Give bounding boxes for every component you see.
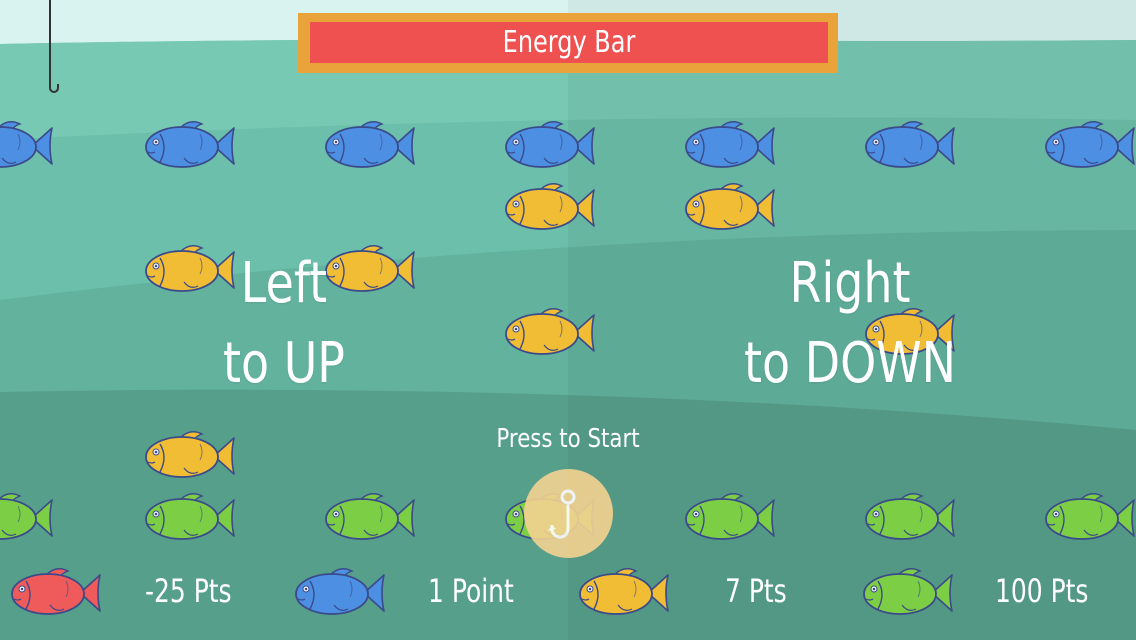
blue-fish-icon (1044, 118, 1136, 174)
green-fish-icon (1044, 490, 1136, 546)
right-instruction-line2: to DOWN (744, 331, 956, 396)
energy-bar-label: Energy Bar (502, 25, 636, 60)
blue-fish-icon (0, 118, 54, 174)
blue-fish-icon (684, 118, 776, 174)
fishing-line (49, 0, 59, 93)
yellow-fish-icon (144, 428, 236, 484)
left-instruction-line2: to UP (222, 331, 346, 396)
start-button[interactable] (524, 469, 613, 558)
left-instruction-line1: Left (240, 251, 328, 316)
legend-label-green: 100 Pts (995, 572, 1089, 610)
legend-red-fish-icon (10, 565, 102, 621)
blue-fish-icon (864, 118, 956, 174)
green-fish-icon (324, 490, 416, 546)
right-instruction-line1: Right (789, 251, 911, 316)
energy-bar-frame: Energy Bar (298, 13, 838, 73)
start-label: Press to Start (496, 424, 640, 454)
green-fish-icon (864, 490, 956, 546)
green-fish-icon (684, 490, 776, 546)
green-fish-icon (144, 490, 236, 546)
legend-label-yellow: 7 Pts (725, 572, 787, 610)
yellow-fish-icon (684, 180, 776, 236)
energy-bar-fill: Energy Bar (310, 22, 828, 63)
blue-fish-icon (504, 118, 596, 174)
hook-icon (548, 489, 576, 539)
game-stage[interactable]: Energy Bar Left to UP Right to DOWN Pres… (0, 0, 1136, 640)
legend-blue-fish-icon (294, 565, 386, 621)
legend-green-fish-icon (862, 565, 954, 621)
legend-yellow-fish-icon (578, 565, 670, 621)
legend-label-blue: 1 Point (428, 572, 514, 610)
green-fish-icon (0, 490, 54, 546)
blue-fish-icon (324, 118, 416, 174)
yellow-fish-icon (504, 305, 596, 361)
blue-fish-icon (144, 118, 236, 174)
legend-label-red: -25 Pts (145, 572, 232, 610)
fishing-hook-icon (49, 74, 59, 93)
yellow-fish-icon (504, 180, 596, 236)
